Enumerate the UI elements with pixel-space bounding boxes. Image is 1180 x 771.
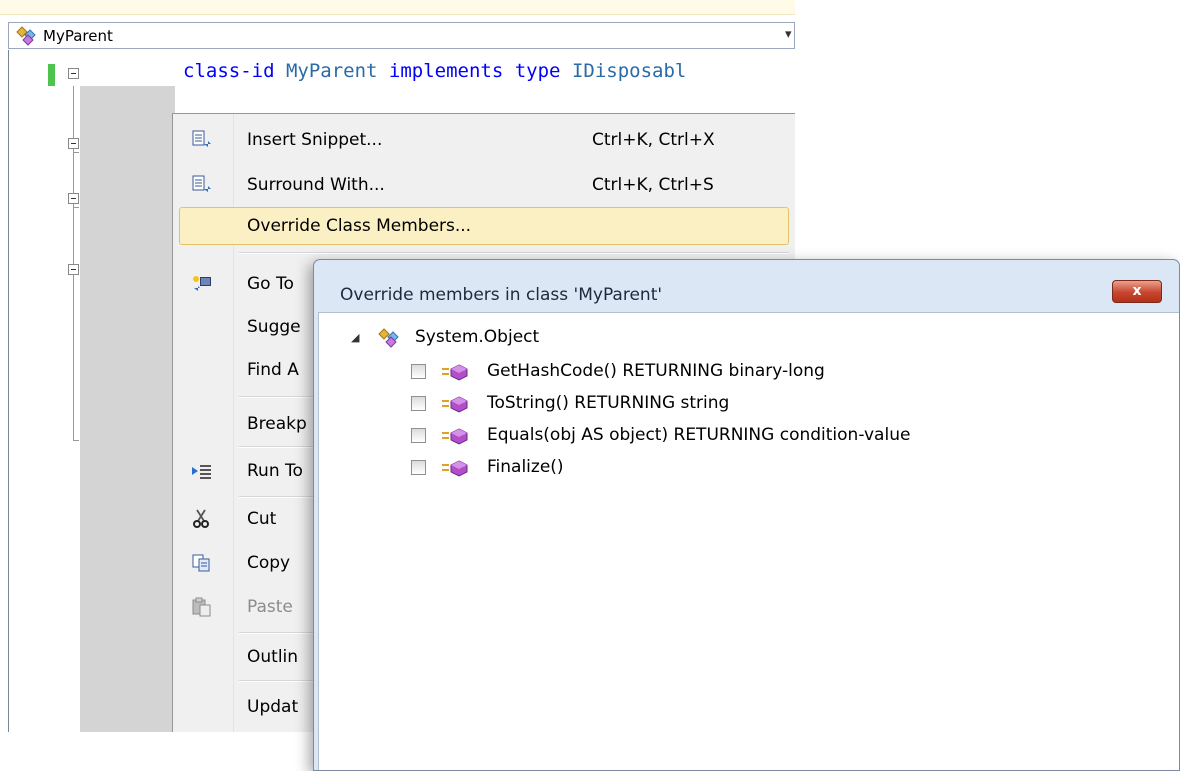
member-checkbox[interactable] bbox=[411, 364, 426, 379]
menu-item-shortcut: Ctrl+K, Ctrl+X bbox=[592, 130, 715, 150]
code-keyword: implements type bbox=[388, 60, 561, 82]
dialog-title: Override members in class 'MyParent' bbox=[340, 285, 663, 305]
member-label: Finalize() bbox=[487, 457, 564, 477]
menu-item-label: Sugge bbox=[247, 317, 301, 337]
member-checkbox[interactable] bbox=[411, 460, 426, 475]
method-icon bbox=[442, 428, 468, 445]
surround-icon bbox=[191, 175, 213, 195]
menu-item-override-class-members[interactable]: Override Class Members... bbox=[179, 207, 789, 245]
class-navigation-dropdown[interactable]: MyParent ▾ bbox=[8, 22, 795, 49]
code-type: IDisposabl bbox=[560, 60, 687, 82]
tree-expand-icon[interactable]: ◢ bbox=[351, 331, 359, 344]
collapse-icon[interactable] bbox=[68, 68, 79, 79]
snippet-icon bbox=[191, 130, 213, 150]
menu-item-insert-snippet[interactable]: Insert Snippet... Ctrl+K, Ctrl+X bbox=[177, 121, 789, 159]
collapse-icon[interactable] bbox=[68, 193, 79, 204]
member-label: ToString() RETURNING string bbox=[487, 393, 730, 413]
menu-item-label: Copy bbox=[247, 553, 291, 573]
method-icon bbox=[442, 364, 468, 381]
menu-item-surround-with[interactable]: Surround With... Ctrl+K, Ctrl+S bbox=[177, 166, 789, 204]
scissors-icon bbox=[191, 509, 213, 529]
member-label: Equals(obj AS object) RETURNING conditio… bbox=[487, 425, 911, 445]
run-to-cursor-icon bbox=[191, 461, 213, 481]
method-icon bbox=[442, 460, 468, 477]
menu-item-label: Override Class Members... bbox=[247, 216, 472, 236]
tree-root-label[interactable]: System.Object bbox=[415, 327, 539, 347]
menu-item-label: Insert Snippet... bbox=[247, 130, 383, 150]
menu-item-label: Outlin bbox=[247, 647, 299, 667]
member-label: GetHashCode() RETURNING binary-long bbox=[487, 361, 825, 381]
close-button[interactable]: x bbox=[1112, 280, 1162, 303]
menu-separator bbox=[239, 252, 789, 254]
class-icon bbox=[378, 328, 399, 348]
menu-item-label: Run To bbox=[247, 461, 303, 481]
goto-definition-icon bbox=[191, 274, 213, 294]
code-line[interactable]: class-id MyParent implements type IDispo… bbox=[183, 60, 686, 82]
class-icon bbox=[16, 26, 36, 46]
copy-icon bbox=[191, 553, 213, 573]
members-tree: ◢ System.Object GetHashCode() RETURNING … bbox=[318, 312, 1179, 770]
editor-margin-line bbox=[8, 50, 9, 732]
member-checkbox[interactable] bbox=[411, 428, 426, 443]
collapse-icon[interactable] bbox=[68, 138, 79, 149]
menu-item-label: Find A bbox=[247, 360, 299, 380]
change-tracking-bar bbox=[48, 64, 55, 86]
paste-icon bbox=[191, 597, 213, 617]
indicator-margin bbox=[80, 86, 175, 732]
member-checkbox[interactable] bbox=[411, 396, 426, 411]
menu-item-label: Updat bbox=[247, 697, 299, 717]
editor-top-strip bbox=[0, 0, 795, 15]
collapse-icon[interactable] bbox=[68, 264, 79, 275]
nav-class-label: MyParent bbox=[43, 27, 113, 45]
override-members-dialog: Override members in class 'MyParent' x ◢… bbox=[313, 259, 1180, 771]
menu-item-shortcut: Ctrl+K, Ctrl+S bbox=[592, 175, 714, 195]
chevron-down-icon[interactable]: ▾ bbox=[785, 27, 792, 42]
code-identifier: MyParent bbox=[274, 60, 389, 82]
close-icon: x bbox=[1132, 283, 1142, 299]
menu-item-label: Breakp bbox=[247, 414, 307, 434]
menu-item-label: Paste bbox=[247, 597, 293, 617]
code-keyword: class-id bbox=[183, 60, 275, 82]
method-icon bbox=[442, 396, 468, 413]
menu-item-label: Go To bbox=[247, 274, 294, 294]
menu-item-label: Surround With... bbox=[247, 175, 385, 195]
menu-item-label: Cut bbox=[247, 509, 277, 529]
